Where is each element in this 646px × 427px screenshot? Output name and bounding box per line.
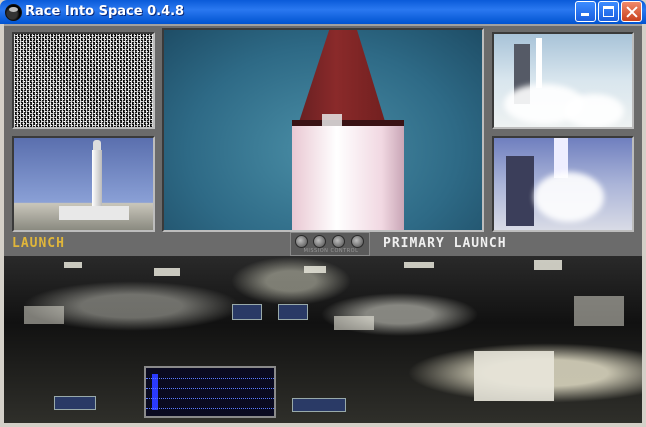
app-window: Race Into Space 0.4.8 LAUNCH MISSION CON…	[0, 0, 646, 427]
mission-control-console	[4, 256, 642, 423]
console-monitor	[232, 304, 262, 320]
title-bar[interactable]: Race Into Space 0.4.8	[0, 0, 646, 24]
console-light	[404, 262, 434, 268]
console-light	[334, 316, 374, 330]
close-button[interactable]	[621, 1, 642, 22]
console-light	[64, 262, 82, 268]
rocket-nose	[296, 30, 388, 130]
oscilloscope-display	[144, 366, 276, 418]
launch-tower	[92, 150, 102, 210]
console-monitor	[292, 398, 346, 412]
console-monitor	[54, 396, 96, 410]
scope-line	[146, 388, 274, 389]
app-icon[interactable]	[5, 4, 22, 21]
console-monitor	[278, 304, 308, 320]
mission-control-panel[interactable]: MISSION CONTROL	[290, 232, 370, 256]
main-launch-video	[162, 28, 484, 232]
console-light	[574, 296, 624, 326]
minimize-icon	[576, 2, 595, 21]
minimize-button[interactable]	[575, 1, 596, 22]
pad-base	[59, 206, 129, 220]
console-light	[474, 351, 554, 401]
primary-launch-label: PRIMARY LAUNCH	[383, 236, 507, 251]
maximize-icon	[599, 2, 618, 21]
liftoff-screen-top	[492, 32, 634, 129]
console-light	[154, 268, 180, 276]
exhaust-plume	[564, 94, 624, 127]
launch-pad-screen	[12, 136, 155, 232]
console-light	[24, 306, 64, 324]
dial-icon[interactable]	[313, 235, 326, 248]
scope-line	[146, 378, 274, 379]
console-light	[304, 266, 326, 273]
static-screen	[12, 32, 155, 129]
close-icon	[622, 2, 641, 21]
rocket-body	[292, 126, 404, 230]
mission-control-label: MISSION CONTROL	[303, 248, 359, 254]
scope-bar	[152, 374, 158, 410]
gantry	[506, 156, 534, 226]
scope-line	[146, 408, 274, 409]
dial-icon[interactable]	[295, 235, 308, 248]
console-light	[534, 260, 562, 270]
liftoff-screen-bottom	[492, 136, 634, 232]
maximize-button[interactable]	[598, 1, 619, 22]
dial-icon[interactable]	[351, 235, 364, 248]
game-viewport[interactable]: LAUNCH MISSION CONTROL PRIMARY LAUNCH	[4, 24, 642, 423]
scope-line	[146, 398, 274, 399]
window-title: Race Into Space 0.4.8	[25, 4, 185, 19]
launch-label: LAUNCH	[12, 236, 65, 251]
exhaust-plume	[534, 172, 604, 222]
rocket	[536, 38, 542, 88]
dial-icon[interactable]	[332, 235, 345, 248]
video-panel: LAUNCH MISSION CONTROL PRIMARY LAUNCH	[4, 24, 642, 256]
